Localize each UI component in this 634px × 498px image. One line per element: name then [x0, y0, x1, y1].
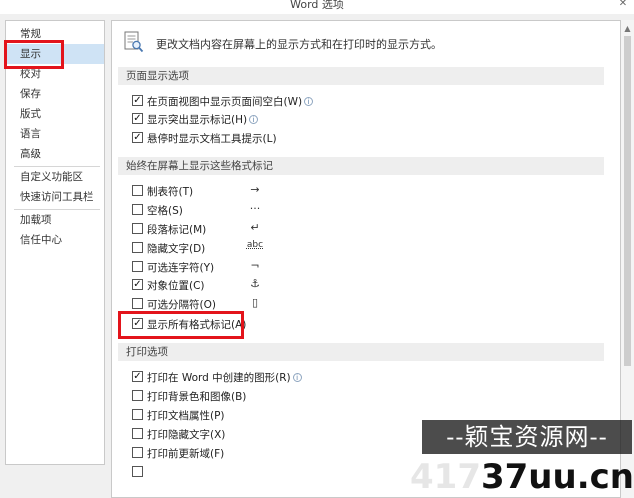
- checkbox-unchecked[interactable]: [132, 428, 143, 439]
- watermark-domain-main: 37uu.cn: [480, 457, 634, 497]
- space-mark-icon: ···: [249, 202, 261, 215]
- info-icon: i: [304, 97, 314, 106]
- checkbox-checked[interactable]: ✓: [132, 132, 143, 143]
- option-optional-hyphens[interactable]: 可选连字符(Y) ¬: [132, 259, 532, 275]
- option-label: 段落标记(M): [147, 224, 207, 236]
- info-icon: i: [292, 373, 302, 382]
- checkbox-unchecked[interactable]: [132, 185, 143, 196]
- intro-row: 更改文档内容在屏幕上的显示方式和在打印时的显示方式。: [124, 31, 604, 55]
- option-label: 打印文档属性(P): [147, 410, 225, 422]
- nav-item-language[interactable]: 语言: [6, 124, 104, 144]
- option-label: 制表符(T): [147, 186, 194, 198]
- option-tab-characters[interactable]: 制表符(T) →: [132, 183, 532, 199]
- option-label: 对象位置(C): [147, 280, 205, 292]
- checkbox-unchecked[interactable]: [132, 242, 143, 253]
- watermark-domain: 41737uu.cn: [410, 456, 634, 498]
- title-bar: Word 选项 ✕: [0, 0, 634, 14]
- checkbox-unchecked[interactable]: [132, 204, 143, 215]
- option-label: 空格(S): [147, 205, 183, 217]
- nav-item-trust-center[interactable]: 信任中心: [6, 230, 104, 250]
- checkbox-unchecked[interactable]: [132, 223, 143, 234]
- highlight-box-display: [4, 40, 64, 69]
- option-spaces[interactable]: 空格(S) ···: [132, 202, 532, 218]
- option-paragraph-marks[interactable]: 段落标记(M) ↵: [132, 221, 532, 237]
- section-header-page-display: 页面显示选项: [118, 67, 604, 85]
- nav-item-quick-access-toolbar[interactable]: 快速访问工具栏: [6, 187, 104, 207]
- option-show-tooltips[interactable]: ✓ 悬停时显示文档工具提示(L): [132, 130, 532, 146]
- option-label: 打印在 Word 中创建的图形(R): [147, 372, 291, 384]
- checkbox-unchecked[interactable]: [132, 409, 143, 420]
- intro-text: 更改文档内容在屏幕上的显示方式和在打印时的显示方式。: [156, 38, 442, 51]
- option-label: 打印背景色和图像(B): [147, 391, 247, 403]
- scroll-up-icon[interactable]: ▲: [621, 24, 634, 34]
- paragraph-mark-icon: ↵: [250, 221, 260, 234]
- option-label: 悬停时显示文档工具提示(L): [147, 133, 277, 145]
- scroll-thumb[interactable]: [624, 36, 631, 366]
- option-label: 在页面视图中显示页面间空白(W): [147, 96, 303, 108]
- option-object-anchors[interactable]: ✓ 对象位置(C) ⚓: [132, 277, 532, 293]
- option-print-drawings[interactable]: ✓ 打印在 Word 中创建的图形(R) i: [132, 369, 532, 385]
- option-label: 可选分隔符(O): [147, 299, 216, 311]
- highlight-box-show-all-marks: [118, 311, 244, 339]
- option-show-highlighter[interactable]: ✓ 显示突出显示标记(H) i: [132, 111, 532, 127]
- options-nav: 常规 显示 校对 保存 版式 语言 高级 自定义功能区 快速访问工具栏 加载项 …: [5, 20, 105, 465]
- word-options-window: Word 选项 ✕ 常规 显示 校对 保存 版式 语言 高级 自定义功能区 快速…: [0, 0, 634, 498]
- option-hidden-text[interactable]: 隐藏文字(D) abc: [132, 240, 532, 256]
- checkbox-checked[interactable]: ✓: [132, 371, 143, 382]
- option-label: 可选连字符(Y): [147, 262, 215, 274]
- option-label: 打印隐藏文字(X): [147, 429, 226, 441]
- option-label: 显示突出显示标记(H): [147, 114, 248, 126]
- option-label: 隐藏文字(D): [147, 243, 206, 255]
- hidden-text-mark-icon: abc: [246, 240, 264, 250]
- nav-item-save[interactable]: 保存: [6, 84, 104, 104]
- option-optional-breaks[interactable]: 可选分隔符(O) ▯: [132, 296, 532, 312]
- checkbox-unchecked[interactable]: [132, 298, 143, 309]
- checkbox-unchecked[interactable]: [132, 447, 143, 458]
- checkbox-checked[interactable]: ✓: [132, 113, 143, 124]
- optional-hyphen-mark-icon: ¬: [250, 259, 260, 272]
- checkbox-unchecked[interactable]: [132, 390, 143, 401]
- document-magnifier-icon: [124, 31, 144, 53]
- nav-item-customize-ribbon[interactable]: 自定义功能区: [6, 167, 104, 187]
- nav-item-typography[interactable]: 版式: [6, 104, 104, 124]
- anchor-icon: ⚓: [250, 277, 260, 290]
- option-print-background[interactable]: 打印背景色和图像(B): [132, 388, 532, 404]
- checkbox-unchecked[interactable]: [132, 261, 143, 272]
- checkbox-checked[interactable]: ✓: [132, 279, 143, 290]
- tab-mark-icon: →: [250, 183, 260, 196]
- nav-item-add-ins[interactable]: 加载项: [6, 210, 104, 230]
- checkbox-unchecked[interactable]: [132, 466, 143, 477]
- section-header-printing: 打印选项: [118, 343, 604, 361]
- option-label: 打印前更新域(F): [147, 448, 225, 460]
- checkbox-checked[interactable]: ✓: [132, 95, 143, 106]
- nav-item-advanced[interactable]: 高级: [6, 144, 104, 164]
- optional-break-mark-icon: ▯: [251, 296, 259, 309]
- window-title: Word 选项: [290, 0, 344, 11]
- watermark-banner: --颖宝资源网--: [422, 420, 632, 454]
- section-header-formatting-marks: 始终在屏幕上显示这些格式标记: [118, 157, 604, 175]
- close-icon[interactable]: ✕: [614, 0, 632, 10]
- option-show-whitespace[interactable]: ✓ 在页面视图中显示页面间空白(W) i: [132, 93, 532, 109]
- info-icon: i: [249, 115, 259, 124]
- watermark-domain-prefix: 417: [410, 457, 481, 497]
